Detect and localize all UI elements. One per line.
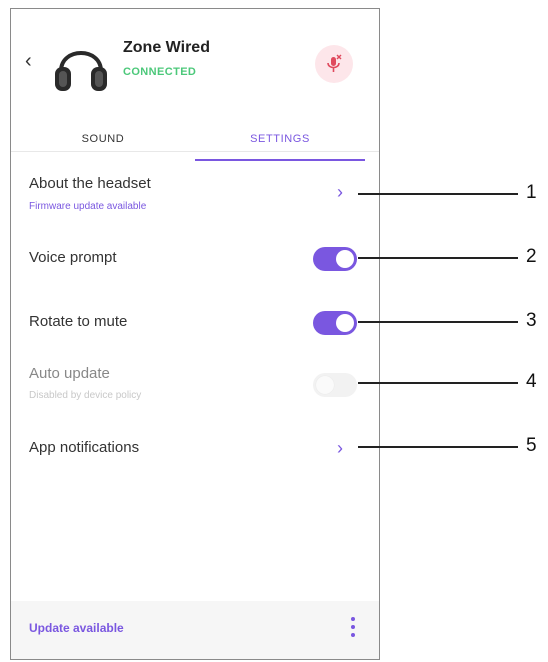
callout-line-2 [358, 257, 518, 259]
rotate-to-mute-toggle[interactable] [313, 311, 357, 335]
voice-prompt-row: Voice prompt [11, 247, 379, 273]
tab-settings[interactable]: SETTINGS [195, 119, 365, 161]
firmware-update-note: Firmware update available [29, 201, 147, 212]
dot [351, 633, 355, 637]
callout-number-3: 3 [526, 310, 537, 331]
auto-update-toggle [313, 373, 357, 397]
voice-prompt-toggle[interactable] [313, 247, 357, 271]
about-headset-label: About the headset [29, 175, 151, 192]
auto-update-row: Auto update Disabled by device policy [11, 363, 379, 407]
rotate-to-mute-label: Rotate to mute [29, 313, 128, 330]
update-footer: Update available [11, 601, 379, 659]
device-header: ‹ Zone Wired CONNECTED [11, 9, 379, 119]
mic-muted-icon [327, 54, 342, 72]
auto-update-label: Auto update [29, 365, 110, 382]
callout-number-1: 1 [526, 182, 537, 203]
chevron-right-icon: › [337, 438, 343, 458]
app-panel: ‹ Zone Wired CONNECTED SOUND SETTINGS Ab… [10, 8, 380, 660]
toggle-knob [336, 314, 354, 332]
rotate-to-mute-row: Rotate to mute [11, 311, 379, 337]
app-notifications-label: App notifications [29, 439, 140, 456]
callout-line-5 [358, 446, 518, 448]
auto-update-policy-note: Disabled by device policy [29, 390, 142, 401]
callout-number-2: 2 [526, 246, 537, 267]
more-menu-icon[interactable] [347, 617, 359, 643]
callout-line-3 [358, 321, 518, 323]
app-notifications-row[interactable]: App notifications › [11, 437, 379, 467]
voice-prompt-label: Voice prompt [29, 249, 117, 266]
device-name: Zone Wired [123, 39, 210, 56]
headset-icon [55, 51, 107, 91]
callout-number-5: 5 [526, 435, 537, 456]
callout-number-4: 4 [526, 371, 537, 392]
tab-divider [11, 151, 379, 152]
dot [351, 617, 355, 621]
about-headset-row[interactable]: About the headset Firmware update availa… [11, 173, 379, 221]
update-available-link[interactable]: Update available [29, 621, 124, 635]
chevron-right-icon: › [337, 182, 343, 202]
toggle-knob [336, 250, 354, 268]
callout-line-1 [358, 193, 518, 195]
toggle-knob [316, 376, 334, 394]
tab-bar: SOUND SETTINGS [11, 119, 379, 161]
dot [351, 625, 355, 629]
tab-sound[interactable]: SOUND [11, 119, 195, 159]
callout-line-4 [358, 382, 518, 384]
back-button[interactable]: ‹ [25, 51, 32, 71]
mic-mute-button[interactable] [315, 45, 353, 83]
connection-status: CONNECTED [123, 66, 197, 78]
